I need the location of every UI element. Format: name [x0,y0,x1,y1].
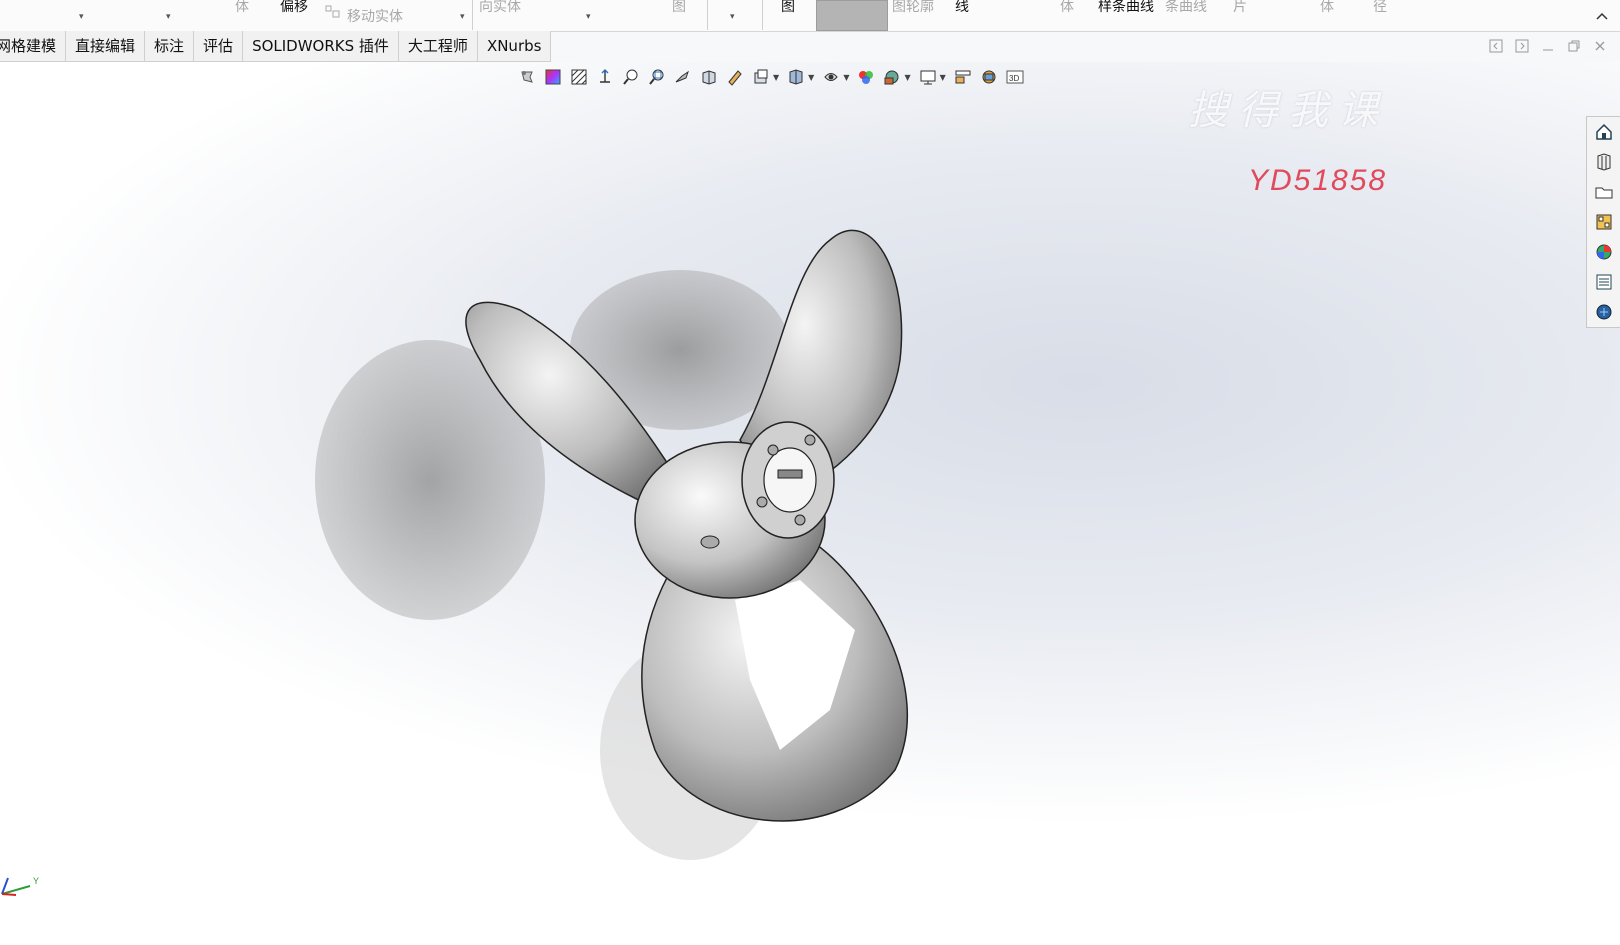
ambient-occlusion-icon[interactable] [952,67,974,87]
edit-appearance-icon[interactable] [785,67,807,87]
realview-icon[interactable] [917,67,939,87]
hide-show-icon[interactable] [724,67,746,87]
dropdown-arrow-icon[interactable]: ▼ [904,73,910,82]
bolt-hole [756,496,768,508]
tab-da-gong-cheng-shi[interactable]: 大工程师 [398,31,478,62]
dropdown-arrow-icon[interactable]: ▾ [586,12,591,22]
ribbon-label[interactable]: 图 [672,0,686,15]
ribbon-label-offset[interactable]: 偏移 [280,0,308,15]
triad-y-label: Y [33,876,39,886]
move-entities-icon [325,5,341,23]
file-explorer-icon[interactable] [1587,177,1620,207]
ribbon-label-move-entities[interactable]: 移动实体 [347,9,403,25]
dropdown-arrow-icon[interactable]: ▼ [773,73,779,82]
ribbon-divider [762,0,763,30]
ribbon-label[interactable]: 片 [1233,0,1247,15]
ribbon-label[interactable]: 径 [1373,0,1387,15]
tab-direct-editing[interactable]: 直接编辑 [66,31,146,62]
previous-view-icon[interactable] [672,67,694,87]
ribbon-label[interactable]: 条曲线 [1165,0,1207,15]
view-settings-icon[interactable] [750,67,772,87]
render-icon[interactable] [881,67,903,87]
propeller-model[interactable] [310,210,960,880]
heads-up-view-toolbar: ▼ ▼ ▼ ▼ ▼ 3D [516,66,1026,88]
ribbon-label[interactable]: 图 [781,0,795,15]
section-view-icon[interactable] [568,67,590,87]
custom-properties-icon[interactable] [1587,267,1620,297]
bolt-hole [794,514,806,526]
ribbon-selected-block[interactable] [816,0,888,31]
hub-bore [763,447,817,513]
dropdown-arrow-icon[interactable]: ▾ [79,12,84,22]
triad-y-axis [1,885,31,895]
ribbon-label[interactable]: 体 [1060,0,1074,15]
tab-solidworks-addins[interactable]: SOLIDWORKS 插件 [243,31,399,62]
tab-mesh-modeling[interactable]: 网格建模 [0,31,67,62]
scene-icon[interactable] [820,67,842,87]
standard-views-icon[interactable] [594,67,616,87]
monitor-icon[interactable] [855,67,877,87]
ribbon-label[interactable]: 线 [955,0,969,15]
watermark-code: YD51858 [1248,164,1388,197]
design-library-icon[interactable] [1587,147,1620,177]
cameras-icon[interactable] [978,67,1000,87]
svg-text:3D: 3D [1009,74,1019,83]
tile-left-icon[interactable] [1488,38,1504,54]
triad-x-axis [1,893,17,896]
reference-triad: Y [1,876,39,896]
3d-view-icon[interactable]: 3D [1004,67,1026,87]
keyway [777,469,803,479]
dropdown-arrow-icon[interactable]: ▾ [460,12,465,22]
zoom-to-fit-icon[interactable] [620,67,642,87]
minimize-icon[interactable] [1540,38,1556,54]
collapse-ribbon-chevron-icon[interactable] [1594,8,1610,24]
ribbon-divider [472,0,473,30]
ribbon-label[interactable]: 体 [235,0,249,15]
command-manager-ribbon: 体 偏移 移动实体 向实体 图 图 图轮廓 线 体 样条曲线 条曲线 片 体 径… [0,0,1620,32]
tab-xnurbs[interactable]: XNurbs [477,31,552,62]
command-manager-tabs: 网格建模 直接编辑 标注 评估 SOLIDWORKS 插件 大工程师 XNurb… [0,31,552,62]
dropdown-arrow-icon[interactable]: ▼ [940,73,946,82]
restore-icon[interactable] [1566,38,1582,54]
solidworks-resources-icon[interactable] [1587,297,1620,327]
tab-markup[interactable]: 标注 [145,31,195,62]
tab-evaluate[interactable]: 评估 [194,31,244,62]
zoom-to-area-icon[interactable] [646,67,668,87]
bolt-hole [767,444,779,456]
view-palette-icon[interactable] [1587,207,1620,237]
close-icon[interactable] [1592,38,1608,54]
ribbon-label[interactable]: 图轮廓 [892,0,934,15]
ribbon-divider [707,0,708,30]
home-icon[interactable] [1587,117,1620,147]
dropdown-arrow-icon[interactable]: ▼ [808,73,814,82]
appearances-scenes-icon[interactable] [1587,237,1620,267]
ribbon-label[interactable]: 向实体 [479,0,521,15]
dropdown-arrow-icon[interactable]: ▾ [730,12,735,22]
bolt-hole [804,434,816,446]
set-screw-hole [700,535,720,549]
tile-right-icon[interactable] [1514,38,1530,54]
watermark-chinese: 搜得我课 [1188,88,1388,134]
appearance-icon[interactable] [542,67,564,87]
dropdown-arrow-icon[interactable]: ▼ [843,73,849,82]
task-pane [1586,116,1620,328]
view-orientation-icon[interactable] [516,67,538,87]
ribbon-label[interactable]: 体 [1320,0,1334,15]
document-window-controls [1488,38,1608,54]
ribbon-label-spline[interactable]: 样条曲线 [1098,0,1154,15]
dropdown-arrow-icon[interactable]: ▾ [166,12,171,22]
display-style-icon[interactable] [698,67,720,87]
